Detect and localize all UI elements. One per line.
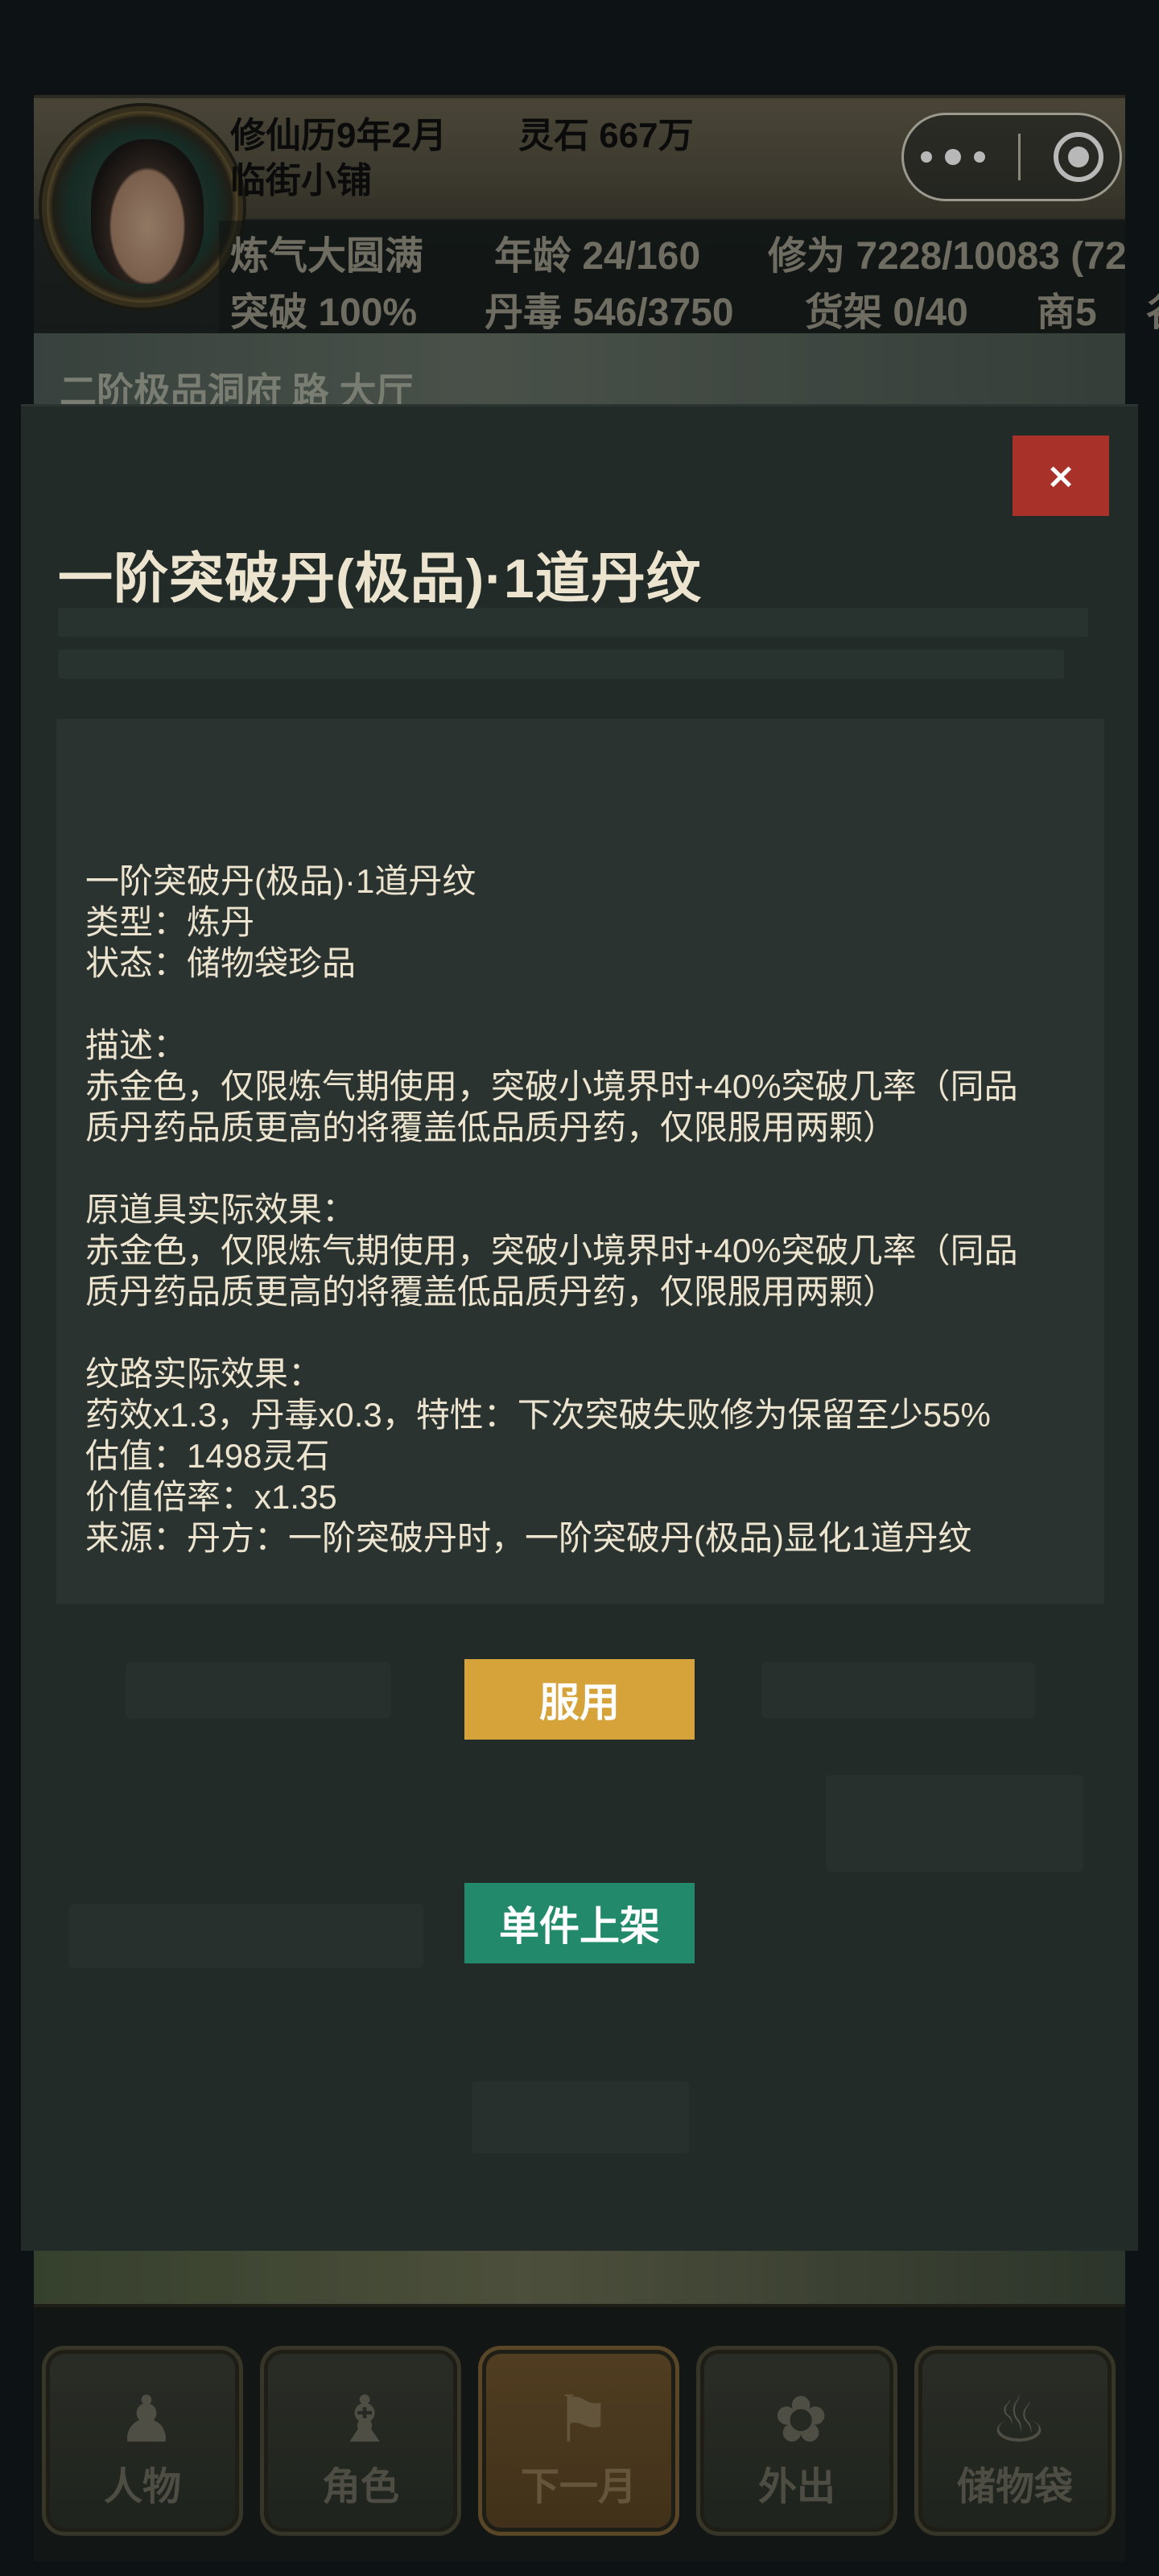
description-line: 纹路实际效果： <box>85 1355 323 1393</box>
modal-title: 一阶突破丹(极品)·1道丹纹 <box>58 548 702 609</box>
background-ghost-text <box>472 2081 689 2153</box>
background-ghost-text <box>761 1662 1035 1719</box>
background-ghost-text <box>126 1662 391 1719</box>
description-line: 类型：炼丹 <box>85 903 255 941</box>
description-line: 质丹药品质更高的将覆盖低品质丹药，仅限服用两颗） <box>85 1273 897 1311</box>
description-line: 赤金色，仅限炼气期使用，突破小境界时+40%突破几率（同品 <box>85 1067 1018 1105</box>
description-line: 一阶突破丹(极品)·1道丹纹 <box>85 862 476 900</box>
description-line: 状态：储物袋珍品 <box>85 944 357 982</box>
list-single-button[interactable]: 单件上架 <box>464 1883 695 1963</box>
description-line: 药效x1.3，丹毒x0.3，特性：下次突破失败修为保留至少55% <box>85 1396 991 1434</box>
item-description-scrollbox[interactable]: 一阶突破丹(极品)·1道丹纹 类型：炼丹 状态：储物袋珍品 描述： 赤金色，仅限炼气期使… <box>56 719 1104 1604</box>
background-ghost-text <box>58 650 1064 679</box>
use-button[interactable]: 服用 <box>464 1659 695 1740</box>
item-detail-modal: × 一阶突破丹(极品)·1道丹纹 一阶突破丹(极品)·1道丹纹 类型：炼丹 状态：储… <box>21 404 1138 2251</box>
description-line: 质丹药品质更高的将覆盖低品质丹药，仅限服用两颗） <box>85 1108 897 1146</box>
background-ghost-text <box>69 1904 423 1968</box>
description-line: 描述： <box>85 1026 188 1064</box>
description-line: 来源：丹方：一阶突破丹时，一阶突破丹(极品)显化1道丹纹 <box>85 1519 972 1557</box>
background-ghost-text <box>826 1775 1083 1872</box>
close-button[interactable]: × <box>1013 436 1109 516</box>
description-line: 赤金色，仅限炼气期使用，突破小境界时+40%突破几率（同品 <box>85 1232 1018 1269</box>
description-line: 估值：1498灵石 <box>85 1437 330 1475</box>
item-description: 一阶突破丹(极品)·1道丹纹 类型：炼丹 状态：储物袋珍品 描述： 赤金色，仅限炼气期使… <box>85 861 1083 1558</box>
description-line: 价值倍率：x1.35 <box>85 1478 337 1516</box>
background-ghost-text <box>58 608 1088 637</box>
description-line: 原道具实际效果： <box>85 1191 357 1228</box>
